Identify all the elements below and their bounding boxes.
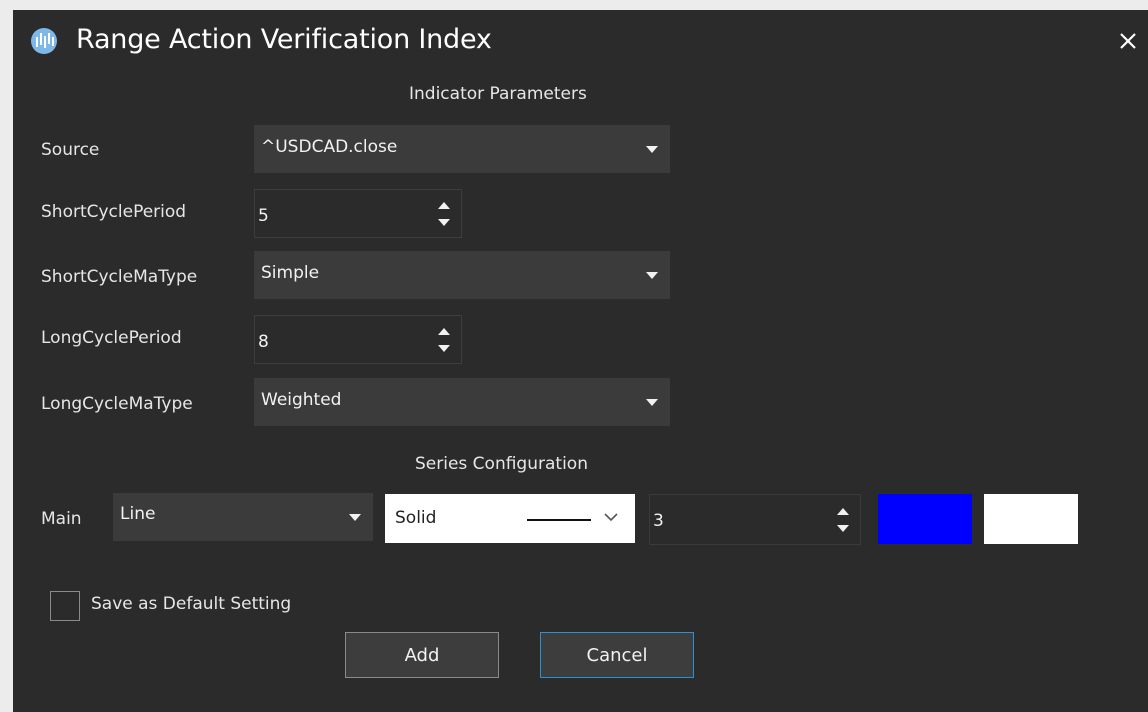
close-icon — [1120, 33, 1136, 49]
source-label: Source — [41, 140, 100, 160]
line-width-value: 3 — [653, 511, 664, 531]
chevron-down-icon — [604, 513, 618, 522]
cancel-button[interactable]: Cancel — [540, 632, 694, 678]
short-cycle-ma-type-value: Simple — [261, 263, 320, 283]
long-cycle-period-input[interactable]: 8 — [254, 315, 462, 364]
add-button[interactable]: Add — [345, 632, 499, 678]
long-cycle-period-value: 8 — [258, 332, 269, 352]
line-style-dropdown[interactable]: Solid — [385, 494, 635, 543]
series-secondary-color-swatch[interactable] — [984, 494, 1078, 544]
long-cycle-ma-type-value: Weighted — [261, 390, 342, 410]
long-cycle-ma-type-label: LongCycleMaType — [41, 394, 193, 414]
short-cycle-ma-type-label: ShortCycleMaType — [41, 267, 198, 287]
source-value: ^USDCAD.close — [261, 137, 398, 157]
caret-down-icon — [349, 514, 361, 521]
spinner-arrows-icon[interactable] — [836, 504, 850, 536]
series-color-swatch[interactable] — [878, 494, 972, 544]
source-dropdown[interactable]: ^USDCAD.close — [254, 125, 670, 173]
short-cycle-ma-type-dropdown[interactable]: Simple — [254, 251, 670, 299]
caret-down-icon — [646, 146, 658, 153]
close-button[interactable] — [1111, 24, 1145, 58]
series-main-label: Main — [41, 509, 82, 529]
line-style-preview — [527, 519, 591, 521]
dialog-window: Range Action Verification Index Indicato… — [13, 10, 1148, 712]
spinner-arrows-icon[interactable] — [437, 198, 451, 230]
caret-down-icon — [646, 272, 658, 279]
spinner-arrows-icon[interactable] — [437, 324, 451, 356]
save-default-checkbox[interactable] — [50, 591, 80, 621]
title-bar: Range Action Verification Index — [13, 10, 1148, 72]
series-type-value: Line — [120, 504, 156, 524]
long-cycle-period-label: LongCyclePeriod — [41, 328, 182, 348]
long-cycle-ma-type-dropdown[interactable]: Weighted — [254, 378, 670, 426]
line-width-input[interactable]: 3 — [649, 494, 861, 545]
app-logo-icon — [31, 28, 57, 54]
short-cycle-period-label: ShortCyclePeriod — [41, 202, 187, 222]
series-type-dropdown[interactable]: Line — [113, 493, 373, 541]
caret-down-icon — [646, 399, 658, 406]
series-configuration-heading: Series Configuration — [415, 454, 588, 474]
line-style-value: Solid — [395, 508, 437, 528]
save-default-label: Save as Default Setting — [91, 594, 292, 614]
dialog-title: Range Action Verification Index — [76, 24, 492, 55]
indicator-parameters-heading: Indicator Parameters — [409, 84, 587, 104]
short-cycle-period-value: 5 — [258, 206, 269, 226]
short-cycle-period-input[interactable]: 5 — [254, 189, 462, 238]
